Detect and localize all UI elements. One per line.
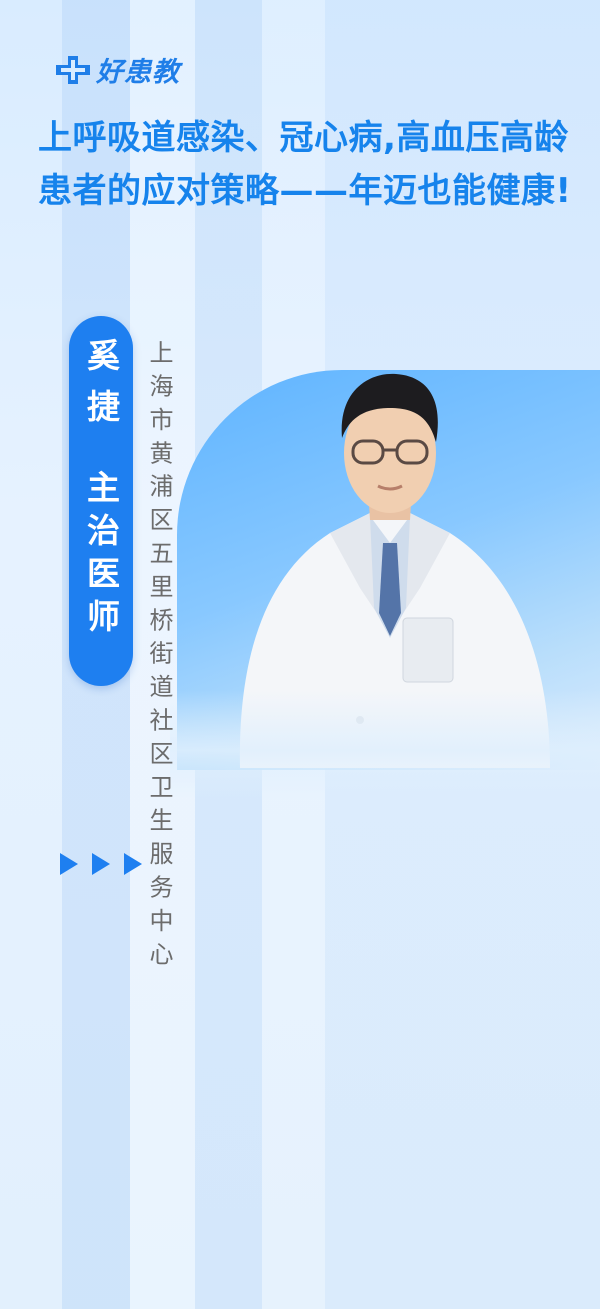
doctor-name: 奚捷 <box>81 338 121 440</box>
triangle-right-icon <box>92 853 110 875</box>
doctor-name-badge: 奚捷 主治医师 <box>69 316 133 686</box>
arrow-decoration <box>60 853 142 875</box>
poster: 好患教 上呼吸道感染、冠心病,高血压高龄患者的应对策略——年迈也能健康! 奚捷 … <box>0 0 600 1309</box>
brand-logo: 好患教 <box>54 50 180 89</box>
triangle-right-icon <box>60 853 78 875</box>
doctor-affiliation: 上海市黄浦区五里桥街道社区卫生服务中心 <box>145 340 173 975</box>
brand-logo-text: 好患教 <box>96 57 180 88</box>
photo-fade <box>170 690 600 800</box>
page-title: 上呼吸道感染、冠心病,高血压高龄患者的应对策略——年迈也能健康! <box>38 118 572 211</box>
medical-cross-logo-icon <box>56 55 90 84</box>
doctor-title: 主治医师 <box>81 470 121 642</box>
triangle-right-icon <box>124 853 142 875</box>
